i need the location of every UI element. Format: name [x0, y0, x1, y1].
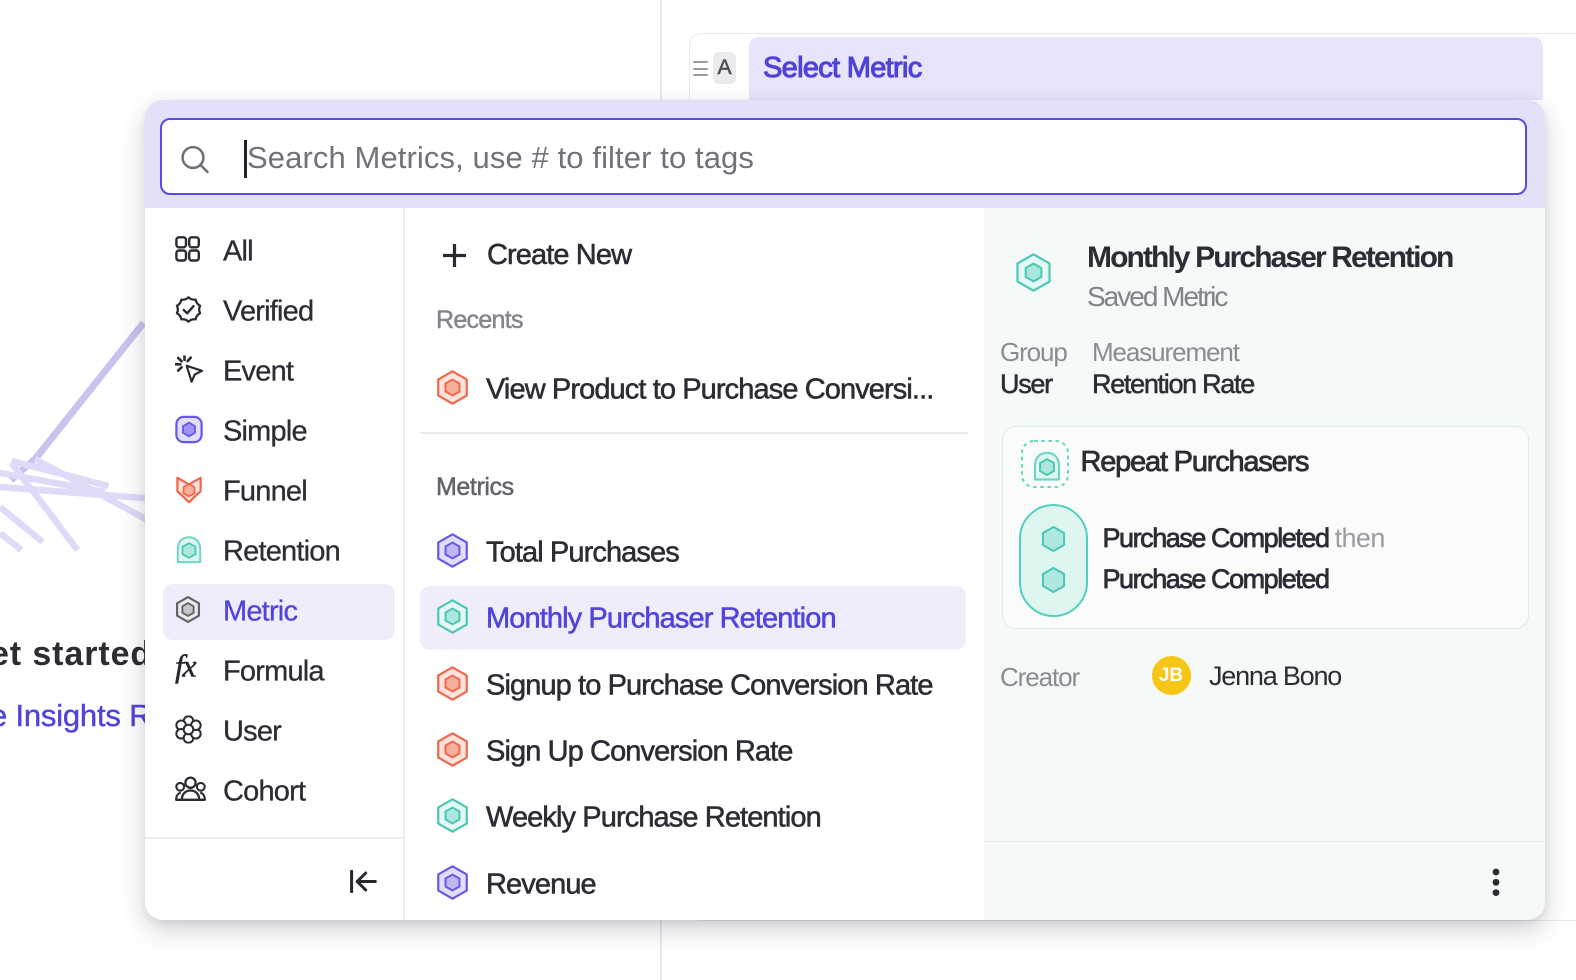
- svg-text:fx: fx: [175, 652, 196, 683]
